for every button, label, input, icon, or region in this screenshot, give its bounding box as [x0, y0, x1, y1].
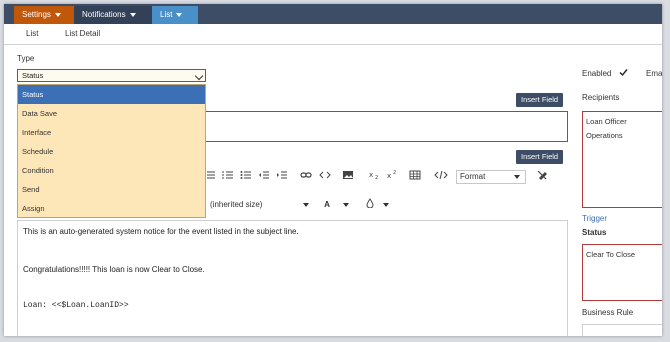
top-nav: Settings Notifications List [4, 4, 662, 24]
format-select[interactable]: Format [456, 170, 526, 184]
chevron-down-icon [176, 12, 183, 17]
font-size-value: (inherited size) [210, 200, 263, 209]
body-line-1: This is an auto-generated system notice … [23, 227, 299, 236]
outdent-icon[interactable] [258, 170, 270, 184]
trigger-link[interactable]: Trigger [582, 214, 607, 223]
chevron-down-icon [54, 12, 61, 17]
chevron-down-icon[interactable] [302, 198, 310, 212]
font-size-select[interactable]: (inherited size) [210, 198, 276, 212]
list-icon[interactable] [206, 170, 216, 184]
nav-tab-notifications[interactable]: Notifications [74, 6, 152, 24]
dropdown-option-data-save[interactable]: Data Save [18, 104, 205, 123]
type-select-value: Status [22, 71, 44, 80]
recipient-item[interactable]: Operations [583, 129, 662, 143]
sub-nav: List List Detail [4, 24, 662, 45]
nav-tab-notifications-label: Notifications [82, 10, 126, 19]
format-select-value: Format [460, 172, 486, 181]
svg-text:2: 2 [375, 175, 378, 180]
chevron-down-icon[interactable] [382, 198, 390, 212]
numbered-list-icon[interactable] [222, 170, 234, 184]
image-icon[interactable] [342, 170, 354, 184]
body-line-2: Congratulations!!!!! This loan is now Cl… [23, 265, 205, 274]
subnav-list[interactable]: List [26, 29, 38, 38]
business-rule-label: Business Rule [582, 308, 634, 317]
nav-tab-settings-label: Settings [22, 10, 51, 19]
enabled-checkbox[interactable] [619, 68, 628, 77]
indent-icon[interactable] [276, 170, 288, 184]
subnav-list-detail[interactable]: List Detail [65, 29, 100, 38]
recipients-list[interactable]: Loan Officer Operations [582, 111, 662, 208]
recipients-label: Recipients [582, 93, 620, 102]
dropdown-option-condition[interactable]: Condition [18, 161, 205, 180]
clear-format-icon[interactable] [536, 170, 548, 184]
email-label: Ema [646, 69, 662, 78]
insert-field-button-body[interactable]: Insert Field [516, 150, 564, 164]
nav-tab-settings[interactable]: Settings [14, 6, 74, 24]
chevron-down-icon [194, 71, 204, 81]
svg-text:x: x [387, 172, 391, 180]
link-icon[interactable] [300, 170, 312, 184]
business-rule-field[interactable] [582, 324, 662, 336]
status-label: Status [582, 228, 607, 237]
check-icon [619, 69, 628, 77]
chevron-down-icon[interactable] [342, 198, 350, 212]
body-line-3: Loan: <<$Loan.LoanID>> [23, 301, 129, 310]
superscript-icon[interactable]: x2 [386, 170, 400, 184]
enabled-label: Enabled [582, 69, 612, 78]
dropdown-option-assign[interactable]: Assign [18, 199, 205, 218]
background-color-icon[interactable] [364, 198, 376, 212]
dropdown-option-status[interactable]: Status [18, 85, 205, 104]
type-dropdown: Status Data Save Interface Schedule Cond… [17, 84, 206, 218]
table-icon[interactable] [409, 170, 421, 184]
chevron-down-icon [514, 175, 520, 179]
editor-toolbar: x2 x2 Format (inherited size) A [204, 166, 561, 220]
type-select[interactable]: Status [17, 69, 206, 82]
html-icon[interactable] [434, 170, 448, 184]
message-body-editor[interactable]: This is an auto-generated system notice … [17, 220, 568, 336]
dropdown-option-schedule[interactable]: Schedule [18, 142, 205, 161]
recipient-item[interactable]: Loan Officer [583, 112, 662, 129]
dropdown-option-interface[interactable]: Interface [18, 123, 205, 142]
dropdown-option-send[interactable]: Send [18, 180, 205, 199]
code-view-icon[interactable] [319, 170, 331, 184]
insert-field-button-subject[interactable]: Insert Field [516, 93, 564, 107]
chevron-down-icon [129, 12, 136, 17]
font-color-button[interactable]: A [322, 198, 332, 212]
nav-tab-list-label: List [160, 10, 173, 19]
subscript-icon[interactable]: x2 [368, 170, 382, 184]
app-window: Settings Notifications List List List De… [4, 4, 662, 336]
svg-text:x: x [369, 171, 373, 179]
svg-text:2: 2 [393, 170, 396, 176]
bullet-list-icon[interactable] [240, 170, 252, 184]
status-trigger-field[interactable]: Clear To Close [582, 244, 662, 301]
nav-tab-list[interactable]: List [152, 6, 198, 24]
type-label: Type [17, 54, 35, 63]
status-trigger-value: Clear To Close [586, 250, 636, 259]
